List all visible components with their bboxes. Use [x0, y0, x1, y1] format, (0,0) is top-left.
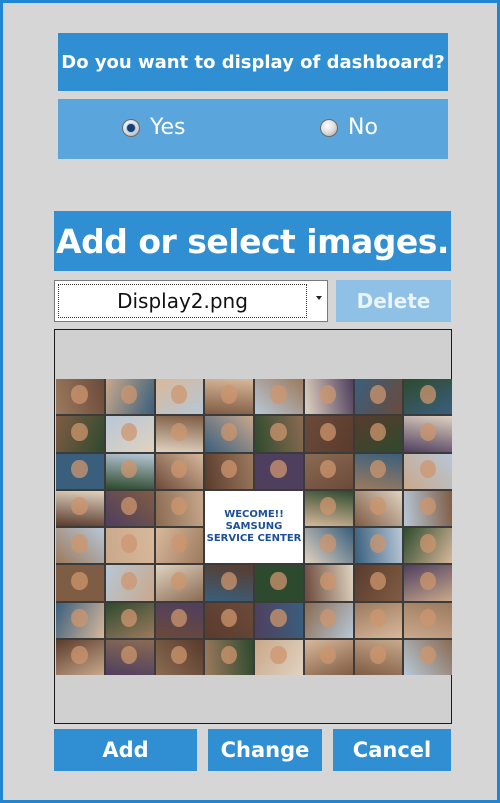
- photo-tile: [404, 528, 452, 564]
- photo-tile: [105, 602, 154, 638]
- welcome-card-line-2: SAMSUNG: [225, 521, 283, 532]
- photo-tile: [56, 416, 104, 452]
- photo-tile: [56, 379, 104, 415]
- radio-yes[interactable]: Yes: [122, 115, 186, 140]
- cancel-button[interactable]: Cancel: [333, 729, 451, 771]
- photo-tile: [105, 416, 154, 452]
- photo-tile: [255, 379, 303, 415]
- add-button[interactable]: Add: [54, 729, 197, 771]
- photo-tile: [155, 565, 204, 601]
- image-select-dropdown[interactable]: Display2.png: [54, 280, 328, 322]
- photo-tile: [155, 490, 204, 526]
- radio-no-indicator[interactable]: [320, 118, 338, 137]
- welcome-card-line-1: WECOME!!: [224, 509, 284, 520]
- photo-tile: [354, 602, 403, 638]
- photo-tile: [205, 602, 253, 638]
- photo-tile: [255, 565, 303, 601]
- photo-tile: [155, 379, 204, 415]
- photo-tile: [105, 528, 154, 564]
- photo-tile: [404, 490, 452, 526]
- photo-tile: [255, 639, 303, 675]
- photo-tile: [404, 565, 452, 601]
- photo-tile: [56, 565, 104, 601]
- photo-tile: [155, 639, 204, 675]
- photo-tile: [304, 453, 353, 489]
- photo-tile: [304, 528, 353, 564]
- image-select-value: Display2.png: [58, 284, 307, 318]
- photo-tile: [205, 639, 253, 675]
- photo-tile: [304, 639, 353, 675]
- photo-tile: [304, 416, 353, 452]
- photo-tile: [105, 639, 154, 675]
- radio-yes-label: Yes: [150, 115, 186, 140]
- photo-tile: [105, 490, 154, 526]
- photo-tile: [255, 416, 303, 452]
- photo-tile: [404, 416, 452, 452]
- photo-tile: [255, 602, 303, 638]
- photo-tile: [304, 565, 353, 601]
- photo-tile: [205, 379, 253, 415]
- photo-tile: [304, 602, 353, 638]
- photo-tile: [304, 490, 353, 526]
- radio-yes-indicator[interactable]: [122, 118, 140, 137]
- photo-tile: [105, 379, 154, 415]
- photo-tile: [354, 453, 403, 489]
- dashboard-settings-panel: Do you want to display of dashboard? Yes…: [3, 3, 497, 800]
- photo-tile: [155, 602, 204, 638]
- photo-tile: [354, 639, 403, 675]
- photo-tile: [404, 379, 452, 415]
- photo-tile: [205, 416, 253, 452]
- image-preview: WECOME!! SAMSUNG SERVICE CENTER: [54, 329, 452, 724]
- photo-tile: [354, 528, 403, 564]
- photo-tile: [354, 416, 403, 452]
- photo-tile: [155, 528, 204, 564]
- photo-tile: [56, 490, 104, 526]
- photo-tile: [56, 639, 104, 675]
- photo-tile: [404, 453, 452, 489]
- photo-tile: [404, 602, 452, 638]
- change-button[interactable]: Change: [208, 729, 322, 771]
- photo-tile: [205, 565, 253, 601]
- photo-tile: [354, 490, 403, 526]
- photo-tile: [56, 453, 104, 489]
- photo-tile: [105, 453, 154, 489]
- photo-collage-image: WECOME!! SAMSUNG SERVICE CENTER: [56, 379, 452, 675]
- radio-no-label: No: [348, 115, 378, 140]
- photo-tile: [255, 453, 303, 489]
- images-heading: Add or select images.: [54, 211, 451, 271]
- photo-tile: [105, 565, 154, 601]
- photo-tile: [354, 565, 403, 601]
- welcome-card-line-3: SERVICE CENTER: [206, 533, 302, 544]
- photo-tile: [205, 453, 253, 489]
- display-option-group: Yes No: [58, 99, 448, 159]
- radio-no[interactable]: No: [320, 115, 378, 140]
- delete-button[interactable]: Delete: [336, 280, 451, 322]
- dashboard-question: Do you want to display of dashboard?: [58, 33, 448, 91]
- welcome-card: WECOME!! SAMSUNG SERVICE CENTER: [205, 490, 303, 564]
- photo-tile: [354, 379, 403, 415]
- photo-tile: [304, 379, 353, 415]
- photo-tile: [155, 453, 204, 489]
- photo-tile: [56, 528, 104, 564]
- photo-tile: [155, 416, 204, 452]
- chevron-down-icon[interactable]: [316, 296, 322, 300]
- photo-tile: [404, 639, 452, 675]
- photo-tile: [56, 602, 104, 638]
